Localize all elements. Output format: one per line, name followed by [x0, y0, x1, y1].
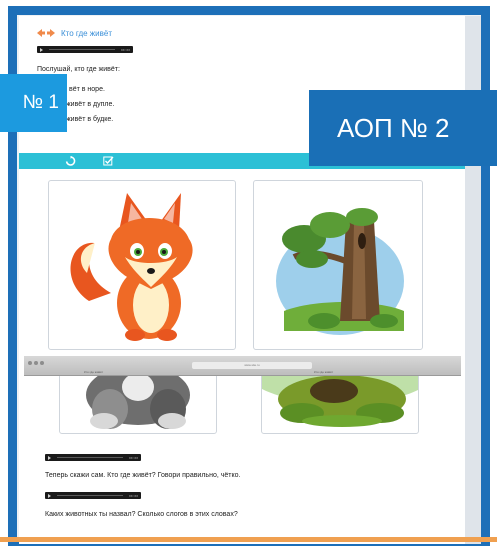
browser-toolbar: Кто где живёт www.site.ru Кто где живёт [24, 356, 461, 376]
check-icon[interactable] [103, 156, 114, 166]
burrow-card[interactable] [261, 368, 419, 434]
play-icon[interactable] [48, 455, 51, 460]
slide-badge-right: АОП № 2 [309, 90, 497, 166]
audio-player[interactable]: 00:00 [37, 46, 133, 53]
answer-line-2: живёт в дупле. [66, 101, 115, 108]
play-icon[interactable] [48, 493, 51, 498]
browser-tab-left[interactable]: Кто где живёт [84, 370, 103, 374]
address-bar[interactable]: www.site.ru [192, 362, 312, 369]
swap-arrows-icon[interactable] [37, 28, 55, 38]
bottom-stripe [0, 537, 497, 542]
lesson-header: Кто где живёт [37, 26, 112, 40]
wolf-card[interactable] [59, 368, 217, 434]
slide-badge-left: № 1 [0, 74, 67, 132]
audio-track[interactable] [49, 49, 115, 50]
refresh-icon[interactable] [65, 155, 76, 166]
prompt-text-2: Каких животных ты назвал? Сколько слогов… [45, 511, 238, 518]
answer-line-1: вёт в норе. [69, 86, 105, 93]
fox-card[interactable] [48, 180, 236, 350]
tree-image [276, 208, 404, 335]
audio-time: 00:00 [120, 47, 130, 52]
audio-track[interactable] [57, 457, 123, 458]
audio-time: 00:00 [128, 493, 138, 498]
audio-track[interactable] [57, 495, 123, 496]
tree-card[interactable] [253, 180, 423, 350]
instruction-text: Послушай, кто где живёт: [37, 66, 120, 73]
audio-time: 00:00 [128, 455, 138, 460]
burrow-image [262, 369, 418, 427]
prompt-text-1: Теперь скажи сам. Кто где живёт? Говори … [45, 472, 241, 479]
answer-line-3: живёт в будке. [66, 116, 114, 123]
browser-tab-right[interactable]: Кто где живёт [314, 370, 333, 374]
fox-image [70, 193, 193, 341]
wolf-image [86, 369, 190, 429]
window-controls[interactable] [28, 361, 44, 365]
audio-player-3[interactable]: 00:00 [45, 492, 141, 499]
audio-player-2[interactable]: 00:00 [45, 454, 141, 461]
lesson-title[interactable]: Кто где живёт [61, 29, 112, 38]
play-icon[interactable] [40, 47, 43, 52]
